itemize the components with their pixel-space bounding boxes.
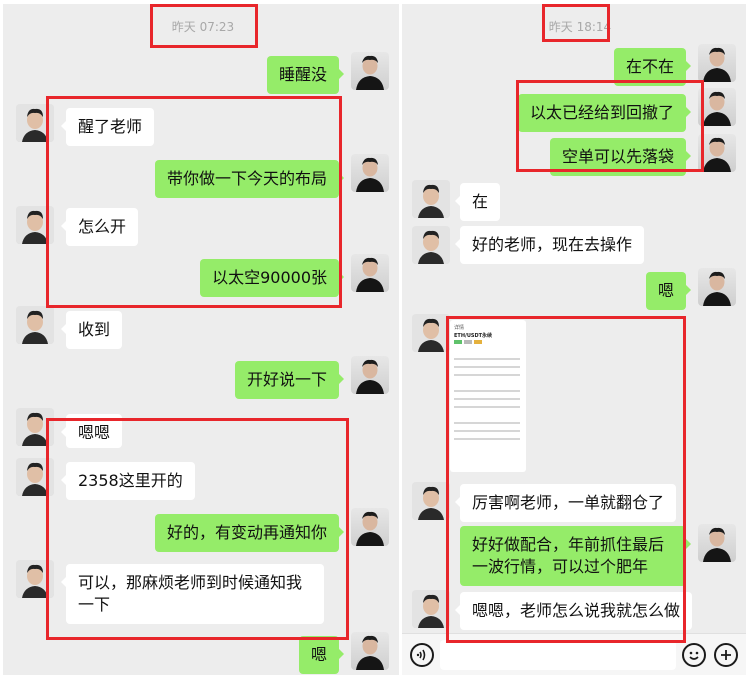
message-bubble-outgoing[interactable]: 空单可以先落袋 xyxy=(549,138,692,176)
message-bubble-incoming[interactable]: 好的老师，现在去操作 xyxy=(454,226,645,264)
input-bar xyxy=(402,633,746,675)
image-row xyxy=(454,390,520,392)
image-row xyxy=(454,422,520,424)
message-input[interactable] xyxy=(440,640,676,670)
image-row xyxy=(454,438,520,440)
teacher-avatar[interactable] xyxy=(698,134,736,172)
student-avatar[interactable] xyxy=(412,226,450,264)
image-tag xyxy=(454,340,462,344)
teacher-avatar[interactable] xyxy=(698,524,736,562)
message-bubble-incoming[interactable]: 怎么开 xyxy=(60,208,139,246)
message-bubble-incoming[interactable]: 收到 xyxy=(60,311,123,349)
student-avatar[interactable] xyxy=(16,306,54,344)
message-bubble-incoming[interactable]: 可以，那麻烦老师到时候通知我一下 xyxy=(61,564,324,624)
student-avatar[interactable] xyxy=(412,482,450,520)
message-bubble-incoming[interactable]: 醒了老师 xyxy=(60,108,155,146)
message-bubble-incoming[interactable]: 2358这里开的 xyxy=(61,462,195,500)
message-bubble-incoming[interactable]: 嗯嗯，老师怎么说我就怎么做 xyxy=(454,592,693,630)
message-bubble-outgoing[interactable]: 好好做配合，年前抓住最后一波行情，可以过个肥年 xyxy=(460,526,691,586)
timestamp: 昨天 07:23 xyxy=(171,20,235,34)
emoji-icon[interactable] xyxy=(682,643,706,667)
chat-panel-left: 昨天 07:23 睡醒没 醒了老师 带你做一下今天的布局 怎么开 以太空9000… xyxy=(3,4,399,675)
message-bubble-outgoing[interactable]: 嗯 xyxy=(298,636,345,674)
message-bubble-outgoing[interactable]: 以太空90000张 xyxy=(200,259,344,297)
student-avatar[interactable] xyxy=(16,206,54,244)
message-bubble-outgoing[interactable]: 在不在 xyxy=(613,48,692,86)
timestamp: 昨天 18:14 xyxy=(548,20,612,34)
image-row xyxy=(454,398,520,400)
teacher-avatar[interactable] xyxy=(351,356,389,394)
image-row xyxy=(454,358,520,360)
message-bubble-outgoing[interactable]: 带你做一下今天的布局 xyxy=(154,160,345,198)
message-bubble-incoming[interactable]: 厉害啊老师，一单就翻仓了 xyxy=(454,484,677,522)
image-row xyxy=(454,374,520,376)
image-row xyxy=(454,366,520,368)
teacher-avatar[interactable] xyxy=(351,632,389,670)
message-bubble-outgoing[interactable]: 开好说一下 xyxy=(234,361,345,399)
teacher-avatar[interactable] xyxy=(351,508,389,546)
teacher-avatar[interactable] xyxy=(351,254,389,292)
student-avatar[interactable] xyxy=(412,590,450,628)
voice-icon[interactable] xyxy=(410,643,434,667)
image-tag xyxy=(474,340,482,344)
student-avatar[interactable] xyxy=(16,458,54,496)
student-avatar[interactable] xyxy=(16,104,54,142)
image-tag xyxy=(464,340,472,344)
student-avatar[interactable] xyxy=(412,314,450,352)
teacher-avatar[interactable] xyxy=(698,268,736,306)
message-bubble-incoming[interactable]: 在 xyxy=(454,183,501,221)
message-bubble-incoming[interactable]: 嗯嗯 xyxy=(60,414,123,448)
image-pair-text: ETH/USDT永续 xyxy=(454,333,493,339)
teacher-avatar[interactable] xyxy=(351,52,389,90)
student-avatar[interactable] xyxy=(16,408,54,446)
message-bubble-outgoing[interactable]: 嗯 xyxy=(645,272,692,310)
chat-panel-right: 昨天 18:14 在不在 以太已经给到回撤了 空单可以先落袋 在 好的老师，现在… xyxy=(402,4,746,675)
image-row xyxy=(454,406,520,408)
message-bubble-outgoing[interactable]: 睡醒没 xyxy=(266,56,345,94)
image-message[interactable]: 详情 ETH/USDT永续 xyxy=(450,320,526,472)
teacher-avatar[interactable] xyxy=(351,154,389,192)
teacher-avatar[interactable] xyxy=(698,88,736,126)
plus-icon[interactable] xyxy=(714,643,738,667)
student-avatar[interactable] xyxy=(16,560,54,598)
image-row xyxy=(454,430,520,432)
image-header-text: 详情 xyxy=(454,325,465,331)
teacher-avatar[interactable] xyxy=(698,44,736,82)
message-bubble-outgoing[interactable]: 好的，有变动再通知你 xyxy=(154,514,345,552)
message-bubble-outgoing[interactable]: 以太已经给到回撤了 xyxy=(517,94,692,132)
student-avatar[interactable] xyxy=(412,180,450,218)
